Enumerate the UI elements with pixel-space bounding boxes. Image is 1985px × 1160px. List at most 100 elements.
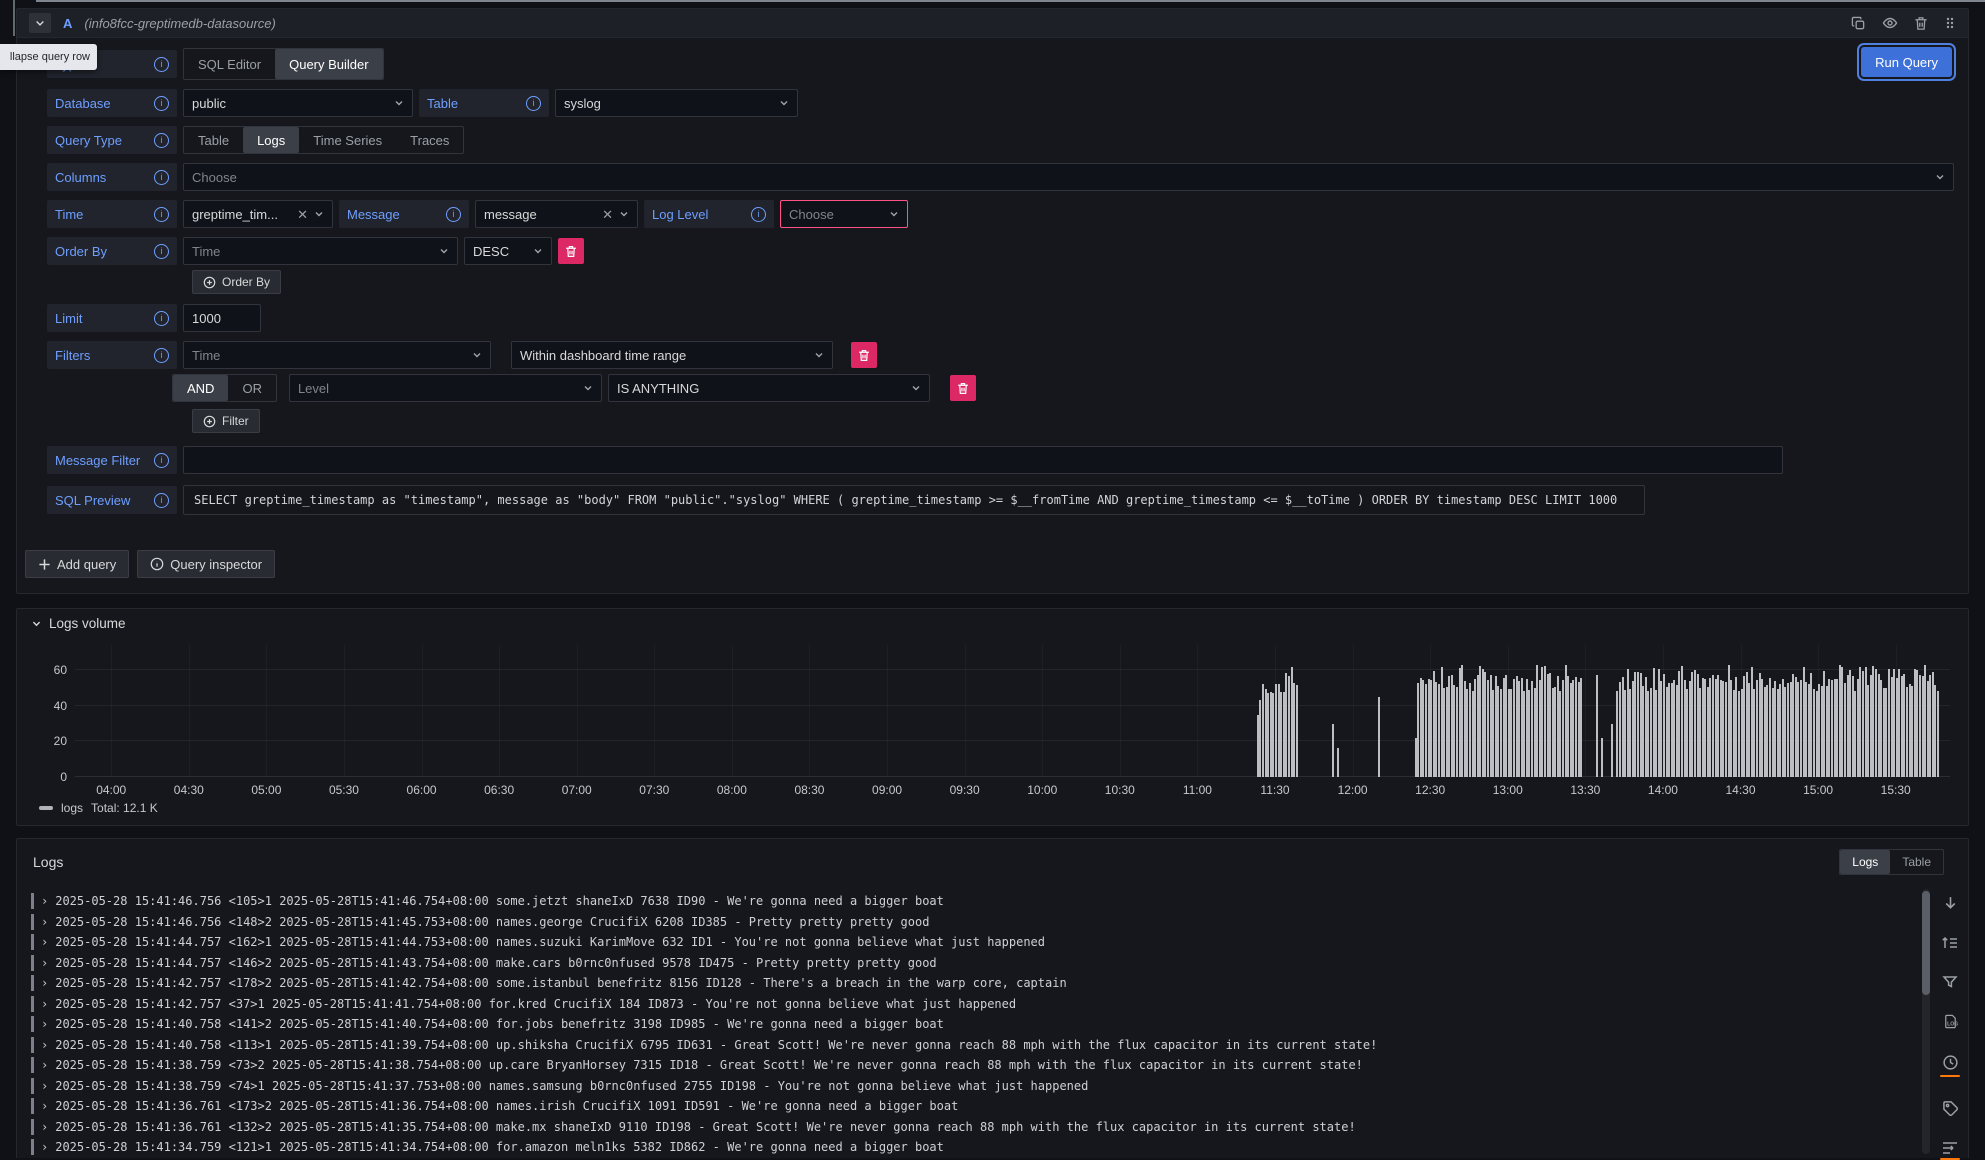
expand-log-icon[interactable]: › [41,997,48,1011]
log-level-select[interactable]: Choose [780,200,908,228]
logs-panel-title: Logs [33,854,63,870]
filter-funnel-icon[interactable] [1942,974,1958,990]
expand-log-icon[interactable]: › [41,976,48,990]
database-select[interactable]: public [183,89,413,117]
expand-log-icon[interactable]: › [41,1038,48,1052]
expand-log-icon[interactable]: › [41,935,48,949]
remove-order-by-button[interactable] [558,238,584,264]
query-type-traces[interactable]: Traces [396,127,463,153]
expand-log-icon[interactable]: › [41,1017,48,1031]
expand-log-icon[interactable]: › [41,894,48,908]
log-row[interactable]: ›2025-05-28 15:41:38.759 <74>1 2025-05-2… [31,1076,1908,1097]
unique-labels-tag-icon[interactable] [1942,1100,1959,1117]
tab-query-builder[interactable]: Query Builder [275,49,382,79]
limit-input[interactable]: 1000 [183,304,261,332]
run-query-button[interactable]: Run Query [1861,47,1952,77]
chart-plot[interactable]: 020406004:0004:3005:0005:3006:0006:3007:… [75,645,1950,777]
time-column-select[interactable]: greptime_tim... ✕ [183,200,333,228]
log-row[interactable]: ›2025-05-28 15:41:44.757 <162>1 2025-05-… [31,932,1908,953]
query-type-logs[interactable]: Logs [243,127,299,153]
remove-sub-filter-button[interactable] [950,375,976,401]
expand-log-icon[interactable]: › [41,956,48,970]
v-gridline [111,645,112,777]
expand-log-icon[interactable]: › [41,1099,48,1113]
remove-query-trash-icon[interactable] [1914,16,1928,31]
info-icon[interactable]: i [154,493,169,508]
expand-log-icon[interactable]: › [41,1120,48,1134]
log-row[interactable]: ›2025-05-28 15:41:42.757 <178>2 2025-05-… [31,973,1908,994]
log-details-icon[interactable]: LOG [1942,1013,1959,1031]
info-icon[interactable]: i [154,453,169,468]
and-option[interactable]: AND [173,375,228,401]
log-row[interactable]: ›2025-05-28 15:41:34.759 <121>1 2025-05-… [31,1137,1908,1158]
y-tick-label: 0 [60,770,67,784]
table-select[interactable]: syslog [555,89,798,117]
order-direction-select[interactable]: DESC [464,237,552,265]
filter-level-select[interactable]: Level [289,374,602,402]
log-row[interactable]: ›2025-05-28 15:41:46.756 <148>2 2025-05-… [31,912,1908,933]
info-icon[interactable]: i [154,244,169,259]
filter-range-select[interactable]: Within dashboard time range [511,341,833,369]
logs-view-logs[interactable]: Logs [1840,850,1890,874]
oldest-first-sort-icon[interactable] [1941,935,1959,951]
duplicate-query-icon[interactable] [1851,16,1866,31]
collapse-query-row-button[interactable] [29,13,51,33]
chart-legend[interactable]: logs Total: 12.1 K [39,801,158,815]
drag-handle-icon[interactable] [1944,15,1956,31]
info-icon[interactable]: i [154,96,169,111]
filter-field-select[interactable]: Time [183,341,491,369]
info-icon[interactable]: i [154,133,169,148]
order-by-field-select[interactable]: Time [183,237,458,265]
hide-query-eye-icon[interactable] [1882,15,1898,31]
info-icon[interactable]: i [154,207,169,222]
log-row[interactable]: ›2025-05-28 15:41:40.758 <113>1 2025-05-… [31,1035,1908,1056]
v-gridline [577,645,578,777]
volume-bar [1596,675,1598,777]
info-icon[interactable]: i [446,207,461,222]
query-inspector-button[interactable]: Query inspector [137,550,275,578]
info-icon[interactable]: i [154,57,169,72]
log-row[interactable]: ›2025-05-28 15:41:44.757 <146>2 2025-05-… [31,953,1908,974]
scrollbar-thumb[interactable] [1922,891,1930,995]
wrap-lines-icon[interactable] [1940,1140,1960,1160]
clear-icon[interactable]: ✕ [602,208,613,221]
logs-scrollbar[interactable] [1922,889,1930,1154]
columns-label: Columns i [47,163,177,191]
expand-log-icon[interactable]: › [41,1058,48,1072]
show-time-icon[interactable] [1940,1054,1960,1077]
info-icon[interactable]: i [154,170,169,185]
query-type-time-series[interactable]: Time Series [299,127,396,153]
expand-log-icon[interactable]: › [41,1140,48,1154]
add-filter-button[interactable]: Filter [192,409,260,433]
message-filter-input[interactable] [183,446,1783,474]
columns-select[interactable]: Choose [183,163,1954,191]
logs-view-table[interactable]: Table [1890,850,1943,874]
scroll-to-bottom-icon[interactable] [1942,895,1959,912]
log-row[interactable]: ›2025-05-28 15:41:36.761 <132>2 2025-05-… [31,1117,1908,1138]
log-row[interactable]: ›2025-05-28 15:41:38.759 <73>2 2025-05-2… [31,1055,1908,1076]
info-icon[interactable]: i [154,311,169,326]
info-icon[interactable]: i [751,207,766,222]
info-icon[interactable]: i [154,348,169,363]
log-row[interactable]: ›2025-05-28 15:41:42.757 <37>1 2025-05-2… [31,994,1908,1015]
log-row[interactable]: ›2025-05-28 15:41:36.761 <173>2 2025-05-… [31,1096,1908,1117]
query-row-header[interactable]: A (info8fcc-greptimedb-datasource) [17,9,1968,38]
message-column-select[interactable]: message ✕ [475,200,638,228]
tab-sql-editor[interactable]: SQL Editor [184,49,275,79]
logs-volume-header[interactable]: Logs volume [17,609,1968,631]
x-tick-label: 10:30 [1105,783,1135,797]
info-icon[interactable]: i [526,96,541,111]
clear-icon[interactable]: ✕ [297,208,308,221]
plus-circle-icon [203,276,216,289]
expand-log-icon[interactable]: › [41,1079,48,1093]
remove-filter-button[interactable] [851,342,877,368]
or-option[interactable]: OR [228,375,276,401]
add-order-by-button[interactable]: Order By [192,270,281,294]
log-row[interactable]: ›2025-05-28 15:41:40.758 <141>2 2025-05-… [31,1014,1908,1035]
log-level-bar [31,914,34,930]
log-row[interactable]: ›2025-05-28 15:41:46.756 <105>1 2025-05-… [31,891,1908,912]
query-type-table[interactable]: Table [184,127,243,153]
filter-operator-select[interactable]: IS ANYTHING [608,374,930,402]
expand-log-icon[interactable]: › [41,915,48,929]
add-query-button[interactable]: Add query [25,550,129,578]
